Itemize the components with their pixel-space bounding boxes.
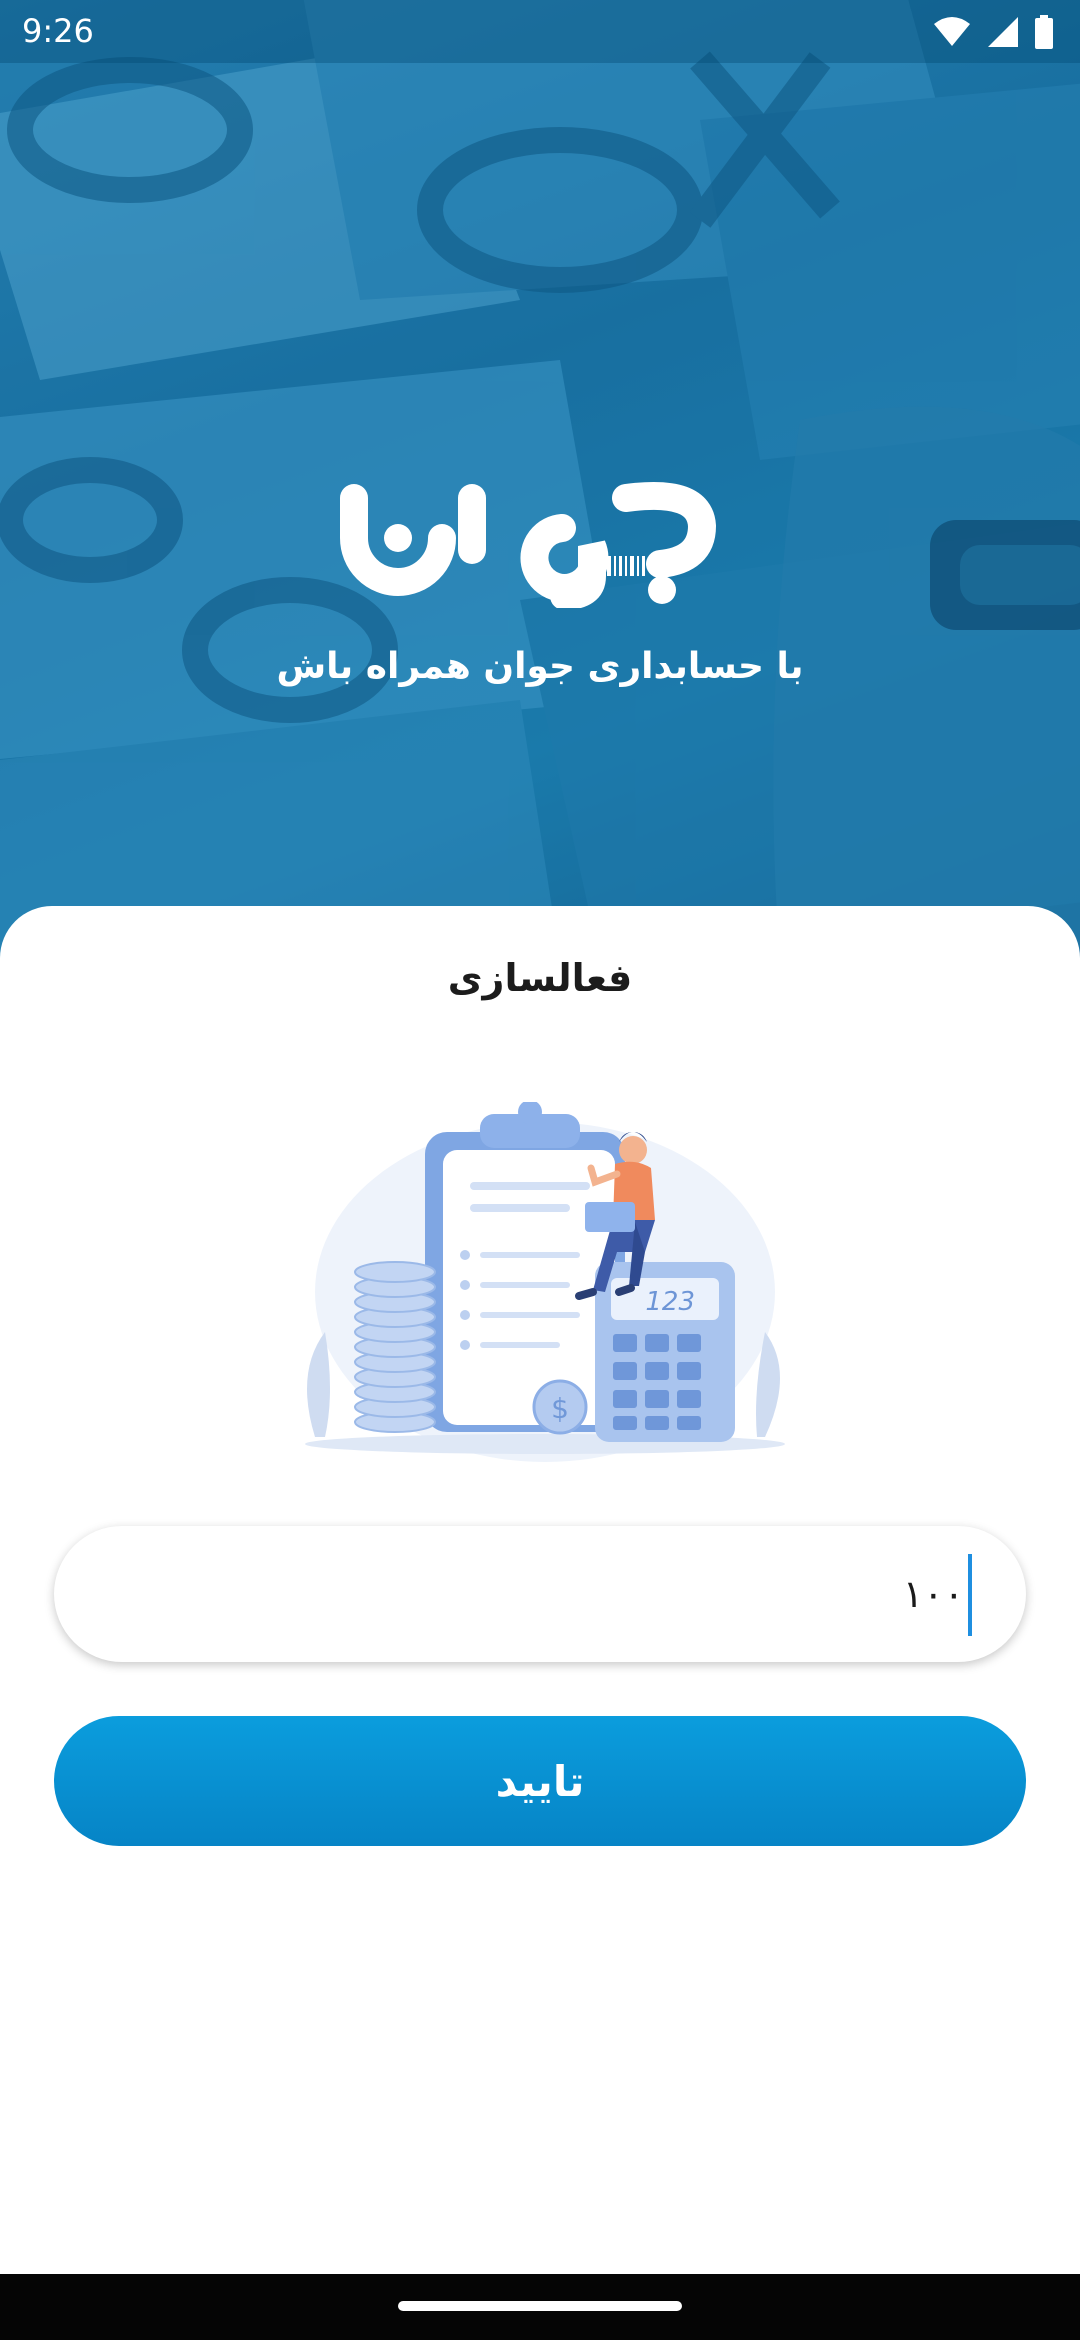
- wifi-icon: [934, 17, 970, 46]
- home-indicator[interactable]: [398, 2301, 682, 2311]
- brand-tagline: با حسابداری جوان همراه باش: [276, 646, 804, 687]
- accounting-illustration: $ 123: [305, 1102, 785, 1462]
- system-navigation-bar: [0, 2274, 1080, 2340]
- status-time: 9:26: [22, 12, 94, 50]
- activation-card: فعالسازی $ 123 ۱۰۰ تایید: [0, 906, 1080, 2276]
- text-caret: [968, 1554, 972, 1636]
- status-bar: 9:26: [0, 0, 1080, 63]
- cellular-signal-icon: [988, 17, 1018, 47]
- activation-code-input[interactable]: ۱۰۰: [903, 1554, 964, 1634]
- activation-code-field[interactable]: ۱۰۰: [54, 1526, 1026, 1662]
- status-icons: [932, 14, 1054, 50]
- activation-title: فعالسازی: [447, 956, 633, 1000]
- brand-logo: [340, 481, 717, 608]
- battery-icon: [1035, 15, 1053, 49]
- confirm-button[interactable]: تایید: [54, 1716, 1026, 1846]
- svg-text:$: $: [551, 1392, 569, 1425]
- activation-screen: 9:26 با حسابداری جوان همراه باش فعالسازی…: [0, 0, 1080, 2340]
- svg-text:123: 123: [645, 1287, 695, 1317]
